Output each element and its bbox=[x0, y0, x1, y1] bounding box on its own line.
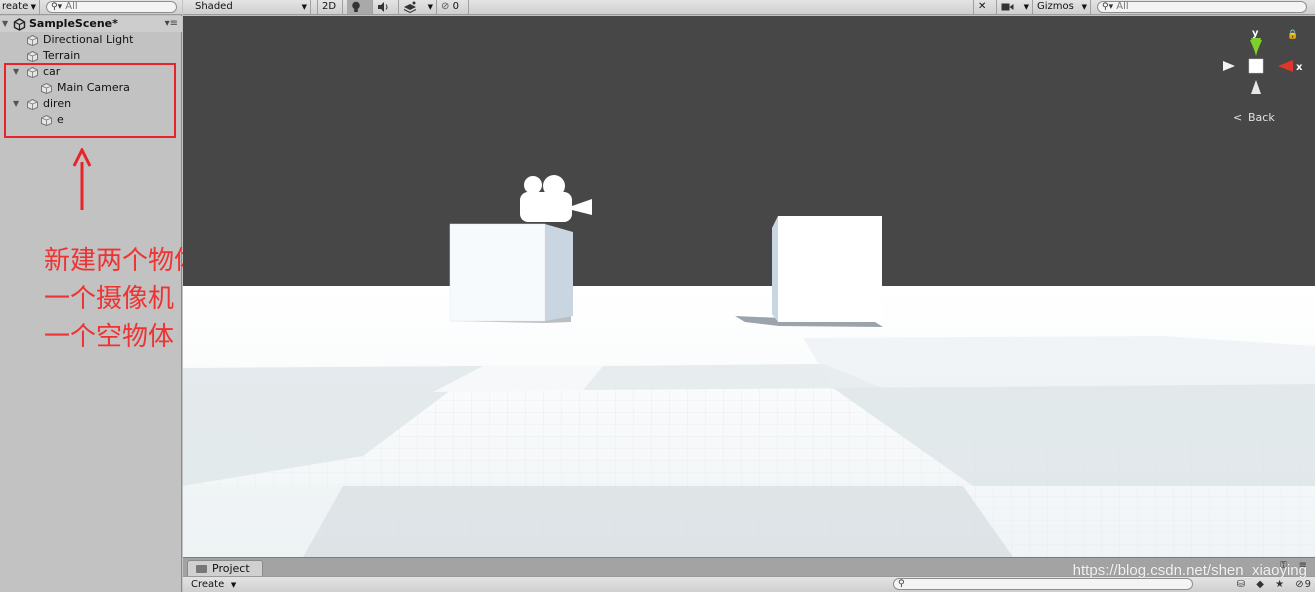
ground-tile-shade bbox=[803, 336, 1315, 388]
hierarchy-item-terrain[interactable]: Terrain bbox=[0, 48, 182, 64]
shading-mode-dropdown[interactable]: Shaded ▼ bbox=[191, 0, 311, 14]
tools-icon: ✕ bbox=[978, 1, 987, 12]
gizmos-dropdown[interactable]: Gizmos ▼ bbox=[1033, 0, 1091, 14]
filter-by-type-icon[interactable]: ⛁ bbox=[1237, 579, 1245, 590]
gizmo-y-label: y bbox=[1252, 28, 1259, 39]
hierarchy-item-label: Terrain bbox=[43, 49, 81, 62]
eye-hidden-icon: ⊘ bbox=[441, 1, 450, 12]
gizmo-x-label: x bbox=[1296, 62, 1303, 73]
project-create-label: Create bbox=[191, 579, 225, 590]
car-cube[interactable] bbox=[449, 223, 573, 323]
scene-viewport[interactable]: y x < Back 🔒 bbox=[183, 16, 1315, 557]
tools-toggle[interactable]: ✕ bbox=[973, 0, 997, 14]
scene-name: SampleScene* bbox=[29, 17, 118, 30]
hidden-packages-count: 9 bbox=[1304, 579, 1311, 590]
dropdown-arrow-icon: ▼ bbox=[230, 581, 237, 589]
favorites-star-icon[interactable]: ★ bbox=[1275, 579, 1284, 590]
filter-by-label-icon[interactable]: ◆ bbox=[1256, 579, 1264, 590]
search-icon: ⚲▾ bbox=[1102, 2, 1114, 12]
project-tab-label: Project bbox=[212, 562, 250, 575]
dropdown-arrow-icon: ▼ bbox=[30, 3, 36, 11]
search-icon: ⚲ bbox=[898, 579, 905, 589]
dropdown-arrow-icon: ▼ bbox=[427, 3, 433, 11]
scene-toolbar: Shaded ▼ 2D ▼ ⊘ 0 ✕ ▼ Gizmos ▼ ⚲▾ All bbox=[183, 0, 1315, 15]
ground-tile-shade bbox=[303, 486, 1013, 557]
scene-search-placeholder: All bbox=[1116, 1, 1129, 12]
effects-dropdown[interactable]: ▼ bbox=[399, 0, 437, 14]
mode-2d-label: 2D bbox=[322, 1, 337, 12]
gizmo-back-label[interactable]: Back bbox=[1248, 111, 1275, 124]
mode-2d-toggle[interactable]: 2D bbox=[317, 0, 343, 14]
gameobject-cube-icon bbox=[27, 35, 38, 46]
search-icon: ⚲▾ bbox=[51, 2, 63, 12]
expand-triangle-icon[interactable]: ▼ bbox=[2, 16, 8, 32]
hierarchy-item-directional-light[interactable]: Directional Light bbox=[0, 32, 182, 48]
project-search-input[interactable]: ⚲ bbox=[893, 578, 1193, 590]
speaker-icon bbox=[378, 2, 388, 12]
hierarchy-search-placeholder: All bbox=[65, 1, 78, 12]
folder-icon bbox=[196, 565, 207, 573]
annotation-arrow-icon bbox=[72, 148, 92, 210]
dropdown-arrow-icon: ▼ bbox=[301, 3, 307, 11]
scene-row[interactable]: ▼ SampleScene* ▾≡ bbox=[0, 16, 182, 32]
watermark-text: https://blog.csdn.net/shen_xiaoying bbox=[1072, 562, 1307, 579]
video-camera-icon bbox=[1001, 3, 1014, 11]
hidden-packages-icon[interactable]: ⊘9 bbox=[1295, 579, 1311, 590]
dropdown-arrow-icon: ▼ bbox=[1081, 3, 1087, 11]
unity-logo-icon bbox=[13, 18, 26, 31]
hierarchy-item-label: Directional Light bbox=[43, 33, 134, 46]
sky-background bbox=[183, 16, 1315, 291]
scene-menu-icon[interactable]: ▾≡ bbox=[165, 16, 178, 32]
shading-mode-label: Shaded bbox=[195, 1, 233, 12]
hierarchy-toolbar: reate ▼ ⚲▾ All bbox=[0, 0, 182, 15]
tab-project[interactable]: Project bbox=[187, 560, 263, 577]
hidden-count: 0 bbox=[452, 1, 459, 12]
scene-render: y x < Back 🔒 bbox=[183, 16, 1315, 557]
hierarchy-search-input[interactable]: ⚲▾ All bbox=[46, 1, 177, 13]
annotation-highlight-box bbox=[4, 63, 176, 138]
lighting-toggle[interactable] bbox=[347, 0, 373, 14]
project-filter-icons: ⛁ ◆ ★ ⊘9 bbox=[1229, 577, 1311, 592]
hierarchy-create-button[interactable]: reate ▼ bbox=[0, 0, 40, 14]
lightbulb-icon bbox=[352, 1, 360, 12]
dropdown-arrow-icon: ▼ bbox=[1023, 3, 1029, 11]
gizmo-back-arrow-icon: < bbox=[1233, 111, 1242, 124]
effects-layers-icon bbox=[403, 1, 417, 14]
lock-icon[interactable]: 🔒 bbox=[1287, 29, 1298, 40]
audio-toggle[interactable] bbox=[373, 0, 399, 14]
scene-search-input[interactable]: ⚲▾ All bbox=[1097, 1, 1307, 13]
project-create-button[interactable]: Create ▼ bbox=[191, 578, 236, 592]
gizmos-label: Gizmos bbox=[1037, 1, 1074, 12]
hierarchy-create-label: reate bbox=[2, 1, 29, 12]
gameobject-cube-icon bbox=[27, 51, 38, 62]
hierarchy-panel: reate ▼ ⚲▾ All ▼ SampleScene* ▾≡ Directi… bbox=[0, 0, 310, 592]
hidden-objects-toggle[interactable]: ⊘ 0 bbox=[437, 0, 469, 14]
camera-dropdown[interactable]: ▼ bbox=[997, 0, 1033, 14]
